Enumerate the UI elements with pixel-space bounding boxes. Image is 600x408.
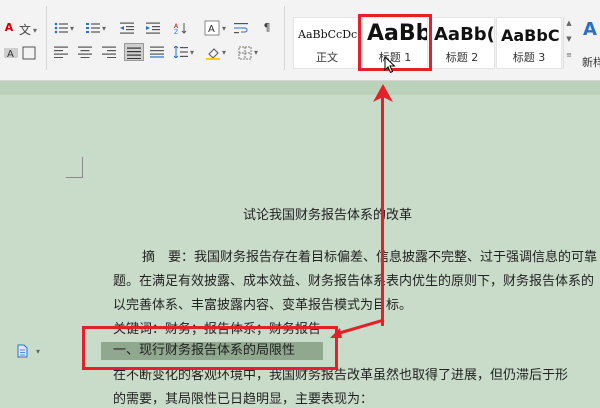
shading-dropdown-icon[interactable]: ▾ — [222, 48, 226, 58]
justify-icon[interactable] — [124, 43, 144, 61]
margin-corner-mark — [66, 177, 82, 178]
style-preview: AaBbCcDc — [298, 28, 358, 41]
style-normal[interactable]: AaBbCcDc 正文 — [293, 17, 361, 69]
borders-dropdown-icon[interactable]: ▾ — [254, 48, 258, 58]
show-marks-dropdown-icon[interactable]: ▾ — [222, 24, 226, 34]
increase-indent-icon[interactable] — [146, 22, 160, 34]
phonetic-dropdown-icon[interactable]: ▾ — [33, 26, 37, 36]
numbered-list-icon[interactable] — [86, 22, 100, 34]
ribbon-separator — [284, 6, 285, 70]
annotation-arrow-connector — [330, 318, 385, 338]
new-style-icon: A — [583, 19, 597, 40]
borders-icon[interactable] — [238, 46, 252, 60]
ribbon-separator — [46, 6, 47, 70]
align-right-icon[interactable] — [102, 46, 116, 58]
style-name: 正文 — [316, 51, 338, 64]
page-top-band — [0, 81, 600, 95]
document-title[interactable]: 试论我国财务报告体系的改革 — [243, 208, 412, 224]
ribbon-toolbar: A ▾ 文 ▾ A ▾ ▾ AZ A ▾ ¶ — [0, 0, 600, 81]
font-color-icon[interactable]: A — [2, 22, 16, 34]
margin-corner-mark — [82, 157, 83, 178]
style-preview: AaBb( — [434, 24, 495, 45]
char-border-icon[interactable] — [22, 46, 36, 60]
wrap-text-icon[interactable] — [234, 22, 248, 34]
new-style-button[interactable]: A 新样 — [580, 14, 600, 70]
line-spacing-dropdown-icon[interactable]: ▾ — [190, 48, 194, 58]
numbered-list-dropdown-icon[interactable]: ▾ — [102, 24, 106, 34]
char-shading-icon[interactable]: A — [2, 46, 20, 60]
annotation-arrow-line — [381, 96, 384, 326]
abstract-line[interactable]: 摘 要：我国财务报告存在着目标偏差、信息披露不完整、过于强调信息的可靠 — [142, 250, 597, 266]
style-preview: AaBbC — [501, 26, 560, 45]
align-center-icon[interactable] — [78, 46, 92, 58]
svg-text:A: A — [7, 49, 14, 60]
decrease-indent-icon[interactable] — [120, 22, 134, 34]
new-style-label: 新样 — [582, 56, 600, 69]
gallery-down-icon[interactable]: ▼ — [564, 33, 574, 45]
abstract-line[interactable]: 以完善体系、丰富披露内容、变革报告模式为目标。 — [113, 298, 412, 314]
bullet-list-dropdown-icon[interactable]: ▾ — [70, 24, 74, 34]
style-name: 标题 3 — [512, 51, 546, 64]
paragraph-layout-dropdown-icon[interactable]: ▾ — [36, 347, 40, 357]
line-spacing-icon[interactable] — [173, 45, 188, 59]
bullet-list-icon[interactable] — [54, 22, 68, 34]
shading-icon[interactable] — [206, 46, 220, 60]
style-name: 标题 2 — [445, 51, 479, 64]
mouse-cursor-icon — [384, 56, 396, 74]
body-line[interactable]: 在不断变化的客观环境中，我国财务报告改革虽然也取得了进展，但仍滞后于形 — [113, 368, 568, 384]
phonetic-guide-icon[interactable]: 文 — [18, 24, 32, 36]
svg-text:Z: Z — [174, 29, 178, 34]
sort-icon[interactable]: AZ — [174, 22, 188, 36]
distribute-icon[interactable] — [150, 46, 164, 58]
style-gallery: AaBbCcDc 正文 AaBb 标题 1 AaBb( 标题 2 AaBbC 标… — [293, 17, 574, 69]
abstract-line[interactable]: 题。在满足有效披露、成本效益、财务报告体系表内优生的原则下，财务报告体系的 — [113, 274, 594, 290]
paragraph-mark-icon[interactable]: ¶ — [260, 22, 274, 34]
style-heading-2[interactable]: AaBb( 标题 2 — [429, 17, 495, 69]
paragraph-layout-icon[interactable] — [16, 343, 28, 358]
document-area[interactable]: 试论我国财务报告体系的改革 摘 要：我国财务报告存在着目标偏差、信息披露不完整、… — [0, 81, 600, 407]
gallery-scroll[interactable]: ▲ ▼ ≡ — [563, 17, 574, 69]
gallery-up-icon[interactable]: ▲ — [564, 17, 574, 29]
svg-text:A: A — [208, 24, 215, 35]
show-marks-icon[interactable]: A — [204, 20, 220, 36]
annotation-arrowhead-icon — [373, 84, 393, 102]
style-heading-3[interactable]: AaBbC 标题 3 — [496, 17, 562, 69]
heading-paragraph-highlight-box — [82, 326, 338, 370]
align-left-icon[interactable] — [54, 46, 68, 58]
gallery-more-icon[interactable]: ≡ — [564, 49, 574, 61]
body-line[interactable]: 的需要，其局限性已日趋明显，主要表现为： — [113, 392, 373, 408]
